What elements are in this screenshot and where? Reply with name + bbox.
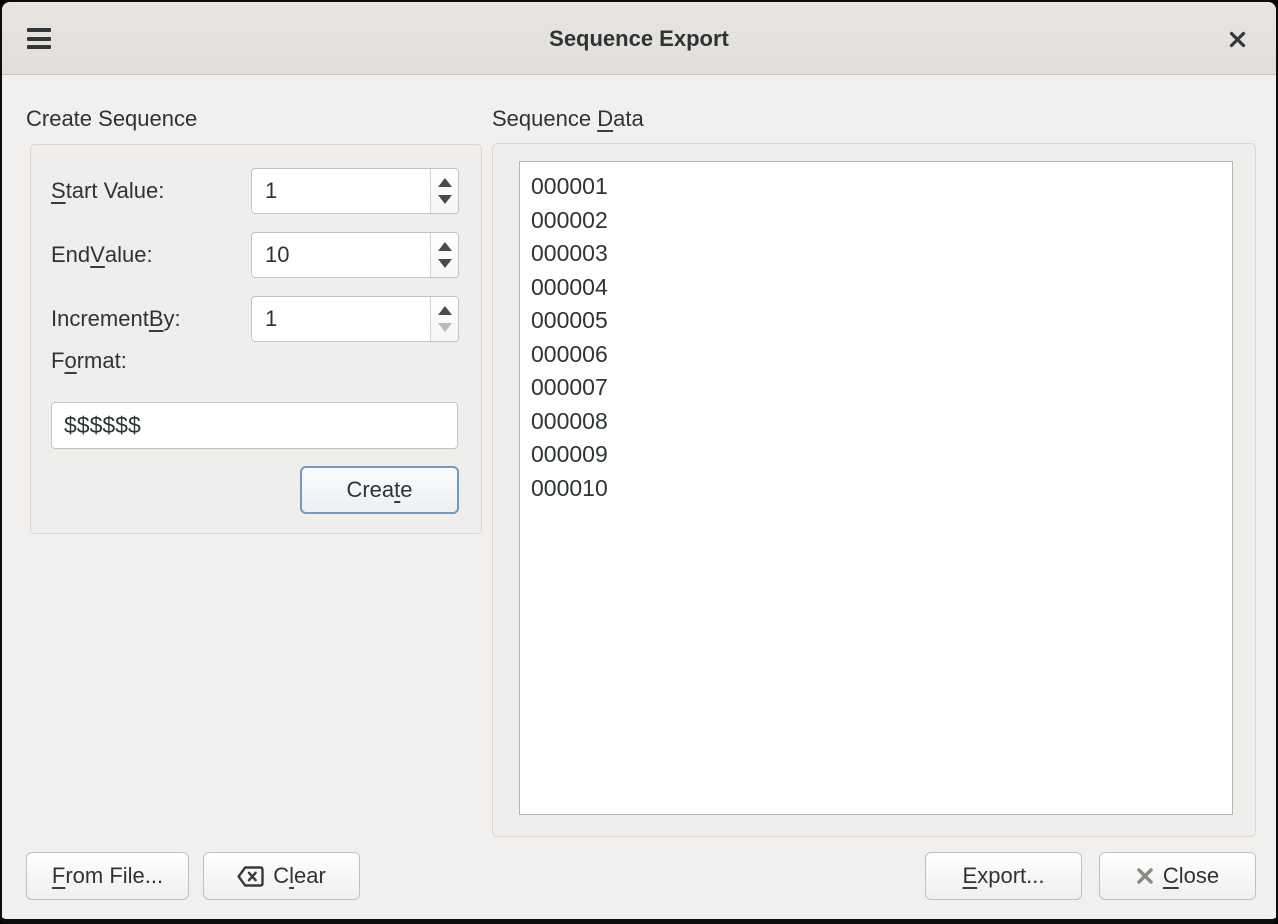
create-button[interactable]: Create [300,466,459,514]
close-button[interactable]: Close [1099,852,1256,900]
increment-by-spin-buttons [430,297,458,341]
increment-by-spin-down [438,323,452,332]
end-value-spin-up[interactable] [438,242,452,251]
sequence-export-dialog: Sequence Export Create Sequence Start Va… [0,0,1278,924]
from-file-button[interactable]: From File... [26,852,189,900]
export-button-label: Export... [963,863,1045,889]
window-close-button[interactable] [1224,26,1250,52]
sequence-item: 000003 [531,237,1222,271]
sequence-item: 000006 [531,338,1222,372]
create-sequence-group: Start Value: End Value: Increment By: [30,144,482,534]
start-value-spinbox [251,168,459,214]
start-value-input[interactable] [252,169,430,213]
start-value-spin-up[interactable] [438,178,452,187]
increment-by-spinbox [251,296,459,342]
sequence-item: 000007 [531,371,1222,405]
arrow-down-icon [438,259,452,268]
end-value-spin-buttons [430,233,458,277]
end-value-spinbox [251,232,459,278]
clear-button[interactable]: Clear [203,852,360,900]
sequence-item: 000009 [531,438,1222,472]
increment-by-label: Increment By: [51,296,181,342]
sequence-data-list[interactable]: 0000010000020000030000040000050000060000… [519,161,1233,815]
arrow-down-icon-disabled [438,323,452,332]
increment-by-spin-up[interactable] [438,306,452,315]
sequence-item: 000004 [531,271,1222,305]
start-value-spin-down[interactable] [438,195,452,204]
from-file-button-label: From File... [52,863,163,889]
export-button[interactable]: Export... [925,852,1082,900]
sequence-item: 000002 [531,204,1222,238]
arrow-up-icon [438,178,452,187]
create-sequence-section-label: Create Sequence [26,106,197,132]
sequence-item: 000001 [531,170,1222,204]
end-value-input[interactable] [252,233,430,277]
close-icon [1228,30,1247,49]
format-input[interactable] [51,402,458,449]
start-value-spin-buttons [430,169,458,213]
sequence-data-group: 0000010000020000030000040000050000060000… [492,143,1256,837]
format-label: Format: [51,345,127,377]
sequence-item: 000005 [531,304,1222,338]
arrow-up-icon [438,306,452,315]
close-button-label: Close [1163,863,1219,889]
backspace-icon [237,866,264,887]
dialog-content: Create Sequence Start Value: End Value: … [2,76,1276,919]
sequence-item: 000010 [531,472,1222,506]
arrow-up-icon [438,242,452,251]
window-title: Sequence Export [2,2,1276,75]
close-x-icon [1136,867,1154,885]
sequence-item: 000008 [531,405,1222,439]
create-button-label: Create [346,477,412,503]
start-value-label: Start Value: [51,168,164,214]
titlebar: Sequence Export [2,2,1276,75]
arrow-down-icon [438,195,452,204]
sequence-data-section-label: Sequence Data [492,106,644,132]
increment-by-input[interactable] [252,297,430,341]
end-value-label: End Value: [51,232,153,278]
end-value-spin-down[interactable] [438,259,452,268]
clear-button-label: Clear [273,863,326,889]
